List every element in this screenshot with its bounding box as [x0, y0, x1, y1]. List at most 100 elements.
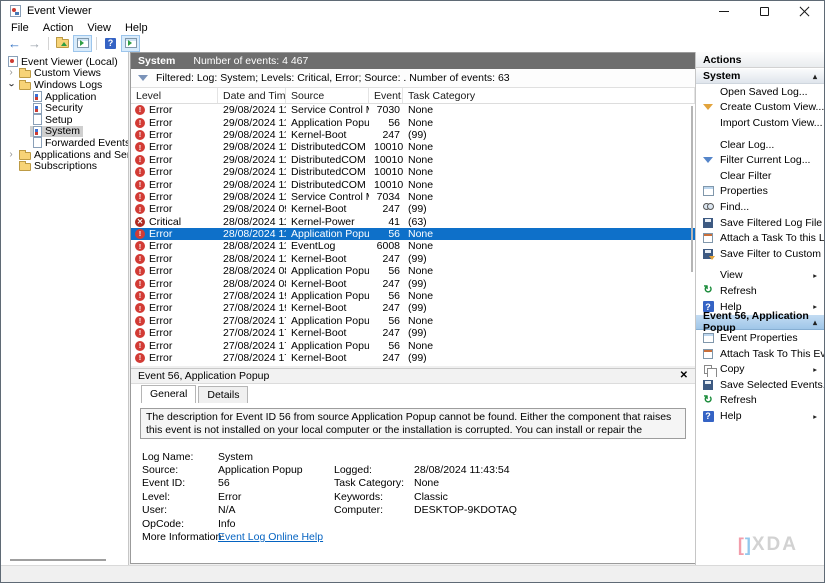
sidebar-item-event-viewer-local-[interactable]: Event Viewer (Local)	[1, 56, 128, 68]
column-header-date-and-time[interactable]: Date and Time	[218, 88, 286, 103]
collapsed-chevron-icon[interactable]: ›	[6, 150, 16, 160]
table-row[interactable]: !Error27/08/2024 17...Application Popup5…	[131, 315, 695, 327]
table-row[interactable]: !Error28/08/2024 08...Kernel-Boot247(99)	[131, 277, 695, 289]
table-row[interactable]: !Error27/08/2024 17...Kernel-Boot247(99)	[131, 352, 695, 364]
table-row[interactable]: !Error29/08/2024 11...DistributedCOM1001…	[131, 166, 695, 178]
field-value: N/A	[218, 504, 334, 516]
level-cell: !Error	[131, 290, 218, 302]
sidebar-item-application[interactable]: Application	[1, 91, 128, 103]
source-cell: Kernel-Boot	[286, 352, 369, 364]
action-attach-task-to-this-even-[interactable]: Attach Task To This Even...	[696, 346, 824, 362]
action-save-selected-events-[interactable]: Save Selected Events...	[696, 377, 824, 393]
level-cell: !Error	[131, 179, 218, 191]
tree-node: Applications and Services Lo	[16, 149, 129, 161]
table-row[interactable]: !Error27/08/2024 17...Application Popup5…	[131, 339, 695, 351]
action-find-[interactable]: Find...	[696, 199, 824, 215]
table-row[interactable]: !Error27/08/2024 17...Kernel-Boot247(99)	[131, 327, 695, 339]
action-create-custom-view-[interactable]: Create Custom View...	[696, 100, 824, 116]
sidebar-item-forwarded-events[interactable]: Forwarded Events	[1, 137, 128, 149]
table-row[interactable]: !Error27/08/2024 19...Kernel-Boot247(99)	[131, 302, 695, 314]
table-row[interactable]: !Error29/08/2024 11...DistributedCOM1001…	[131, 178, 695, 190]
menu-action[interactable]: Action	[36, 22, 81, 34]
table-row[interactable]: !Error29/08/2024 11...Service Control Ma…	[131, 104, 695, 116]
menu-file[interactable]: File	[4, 22, 36, 34]
table-row[interactable]: !Error28/08/2024 11...Kernel-Boot247(99)	[131, 253, 695, 265]
action-refresh[interactable]: ↻Refresh	[696, 393, 824, 409]
action-clear-filter[interactable]: Clear Filter	[696, 168, 824, 184]
sidebar-item-applications-and-services-lo[interactable]: ›Applications and Services Lo	[1, 149, 128, 161]
sidebar-item-windows-logs[interactable]: ›Windows Logs	[1, 79, 128, 91]
minimize-button[interactable]	[704, 1, 744, 21]
table-row[interactable]: !Error27/08/2024 19...Application Popup5…	[131, 290, 695, 302]
sidebar-item-system[interactable]: System	[1, 126, 128, 138]
collapse-arrow-icon[interactable]: ▴	[813, 72, 817, 81]
scrollbar-thumb[interactable]	[691, 106, 693, 272]
action-import-custom-view-[interactable]: Import Custom View...	[696, 115, 824, 131]
field-value: None	[414, 477, 686, 489]
event-log-online-help-link[interactable]: Event Log Online Help	[218, 531, 334, 543]
table-row[interactable]: !Error29/08/2024 11...DistributedCOM1001…	[131, 154, 695, 166]
table-row[interactable]: !Error28/08/2024 11...EventLog6008None	[131, 240, 695, 252]
action-section-event-56-application-popup[interactable]: Event 56, Application Popup▴	[696, 315, 824, 330]
expanded-chevron-icon[interactable]: ›	[6, 80, 16, 90]
table-row[interactable]: !Error29/08/2024 09...Kernel-Boot247(99)	[131, 203, 695, 215]
forward-arrow-icon: →	[28, 37, 41, 50]
task-category-cell: None	[403, 166, 695, 178]
tree-horizontal-scrollbar[interactable]	[10, 559, 106, 561]
show-action-pane-button[interactable]	[121, 35, 140, 52]
collapse-arrow-icon[interactable]: ▴	[813, 318, 817, 327]
collapsed-chevron-icon[interactable]: ›	[6, 68, 16, 78]
help-button[interactable]: ?	[101, 35, 120, 52]
action-attach-a-task-to-this-log-[interactable]: Attach a Task To this Log...	[696, 230, 824, 246]
action-open-saved-log-[interactable]: Open Saved Log...	[696, 84, 824, 100]
sidebar-item-security[interactable]: Security	[1, 102, 128, 114]
sidebar-item-custom-views[interactable]: ›Custom Views	[1, 68, 128, 80]
action-save-filtered-log-file-as-[interactable]: Save Filtered Log File As...	[696, 215, 824, 231]
open-saved-log-button[interactable]	[53, 35, 72, 52]
action-help[interactable]: ?Help▸	[696, 408, 824, 424]
error-icon: !	[135, 328, 145, 338]
menu-help[interactable]: Help	[118, 22, 155, 34]
action-filter-current-log-[interactable]: Filter Current Log...	[696, 152, 824, 168]
action-copy[interactable]: Copy▸	[696, 362, 824, 378]
column-header-event-[interactable]: Event...	[369, 88, 403, 103]
show-console-tree-button[interactable]	[73, 35, 92, 52]
menu-view[interactable]: View	[80, 22, 118, 34]
detail-close-icon[interactable]: ✕	[680, 371, 688, 381]
close-button[interactable]	[784, 1, 824, 21]
action-properties[interactable]: Properties	[696, 184, 824, 200]
action-view[interactable]: View▸	[696, 268, 824, 284]
forward-button[interactable]: →	[25, 35, 44, 52]
source-cell: Application Popup	[286, 117, 369, 129]
action-refresh[interactable]: ↻Refresh	[696, 283, 824, 299]
tab-general[interactable]: General	[141, 385, 196, 403]
table-row[interactable]: !Error29/08/2024 11...DistributedCOM1001…	[131, 141, 695, 153]
back-button[interactable]: ←	[5, 35, 24, 52]
column-header-level[interactable]: Level	[131, 88, 218, 103]
sidebar-item-setup[interactable]: Setup	[1, 114, 128, 126]
table-row[interactable]: !Error28/08/2024 08...Application Popup5…	[131, 265, 695, 277]
log-header: System Number of events: 4 467	[131, 53, 695, 69]
submenu-arrow-icon: ▸	[813, 302, 817, 311]
column-header-task-category[interactable]: Task Category	[403, 88, 695, 103]
event-viewer-app-icon	[10, 5, 21, 17]
maximize-button[interactable]	[744, 1, 784, 21]
table-row[interactable]: !Error28/08/2024 11...Application Popup5…	[131, 228, 695, 240]
event-list-scrollbar[interactable]	[690, 106, 693, 364]
action-clear-log-[interactable]: Clear Log...	[696, 137, 824, 153]
table-row[interactable]: !Error29/08/2024 11...Application Popup5…	[131, 116, 695, 128]
tab-details[interactable]: Details	[198, 386, 248, 403]
submenu-arrow-icon: ▸	[813, 365, 817, 374]
table-row[interactable]: ✕Critical28/08/2024 11...Kernel-Power41(…	[131, 216, 695, 228]
action-save-filter-to-custom-vi-[interactable]: Save Filter to Custom Vi...	[696, 246, 824, 262]
error-icon: !	[135, 167, 145, 177]
action-section-system[interactable]: System▴	[696, 69, 824, 84]
table-row[interactable]: !Error29/08/2024 11...Service Control Ma…	[131, 191, 695, 203]
source-cell: Application Popup	[286, 228, 369, 240]
source-cell: DistributedCOM	[286, 179, 369, 191]
sidebar-item-subscriptions[interactable]: Subscriptions	[1, 160, 128, 172]
table-row[interactable]: !Error29/08/2024 11...Kernel-Boot247(99)	[131, 129, 695, 141]
date-cell: 27/08/2024 17...	[218, 327, 286, 339]
error-icon: !	[135, 266, 145, 276]
column-header-source[interactable]: Source	[286, 88, 369, 103]
